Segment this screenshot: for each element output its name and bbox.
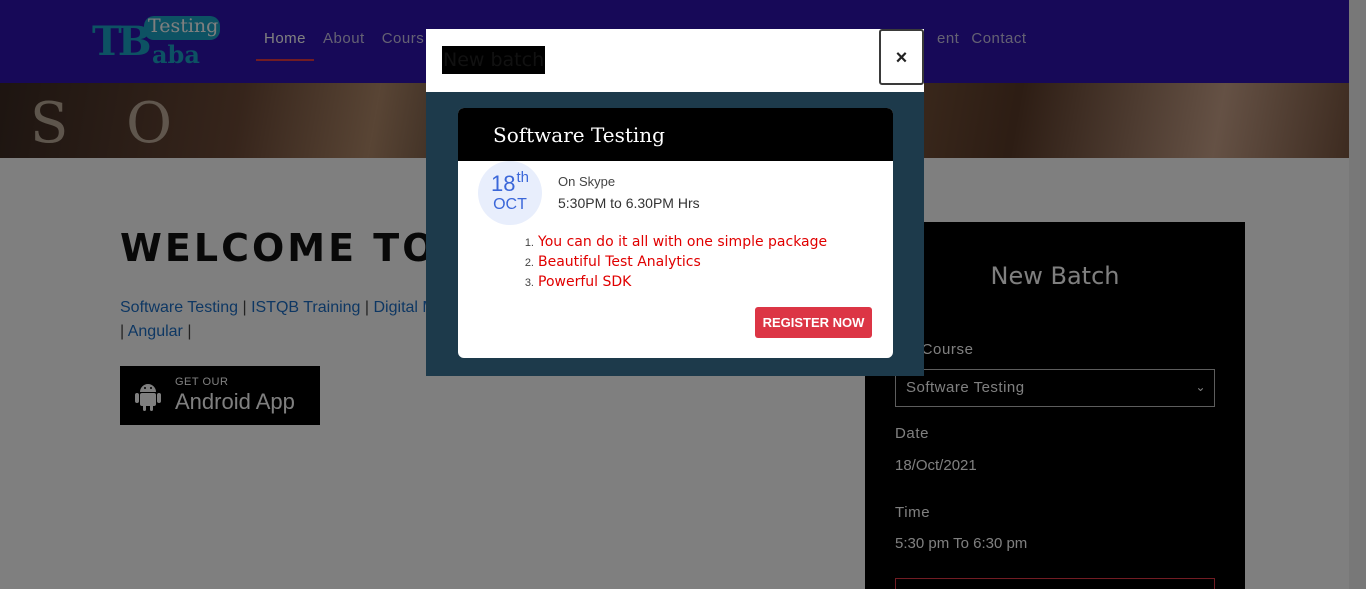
new-batch-modal: New batch × Software Testing 18th OCT On…: [426, 29, 924, 376]
batch-time: 5:30PM to 6.30PM Hrs: [558, 195, 700, 211]
list-item: 3. Powerful SDK: [518, 274, 827, 294]
list-item: 2. Beautiful Test Analytics: [518, 254, 827, 274]
list-number: 3.: [524, 277, 534, 289]
batch-venue: On Skype: [558, 174, 616, 189]
feature-text: You can do it all with one simple packag…: [538, 234, 828, 250]
batch-card-header: Software Testing: [458, 108, 893, 161]
close-icon: ×: [895, 47, 908, 69]
list-number: 1.: [524, 237, 534, 249]
feature-list: 1. You can do it all with one simple pac…: [518, 234, 827, 294]
date-badge: 18th OCT: [478, 161, 542, 225]
date-day-suffix: th: [516, 169, 529, 186]
list-number: 2.: [524, 257, 534, 269]
batch-card-title: Software Testing: [493, 123, 665, 147]
feature-text: Beautiful Test Analytics: [538, 254, 701, 270]
date-day: 18th: [478, 169, 542, 197]
modal-title: New batch: [442, 46, 546, 74]
modal-header: New batch ×: [426, 29, 924, 92]
feature-text: Powerful SDK: [538, 274, 632, 290]
register-now-button[interactable]: REGISTER NOW: [755, 307, 872, 338]
date-month: OCT: [493, 196, 527, 213]
date-day-number: 18: [491, 171, 516, 196]
batch-card: Software Testing 18th OCT On Skype 5:30P…: [458, 108, 893, 358]
list-item: 1. You can do it all with one simple pac…: [518, 234, 827, 254]
close-button[interactable]: ×: [879, 29, 924, 85]
